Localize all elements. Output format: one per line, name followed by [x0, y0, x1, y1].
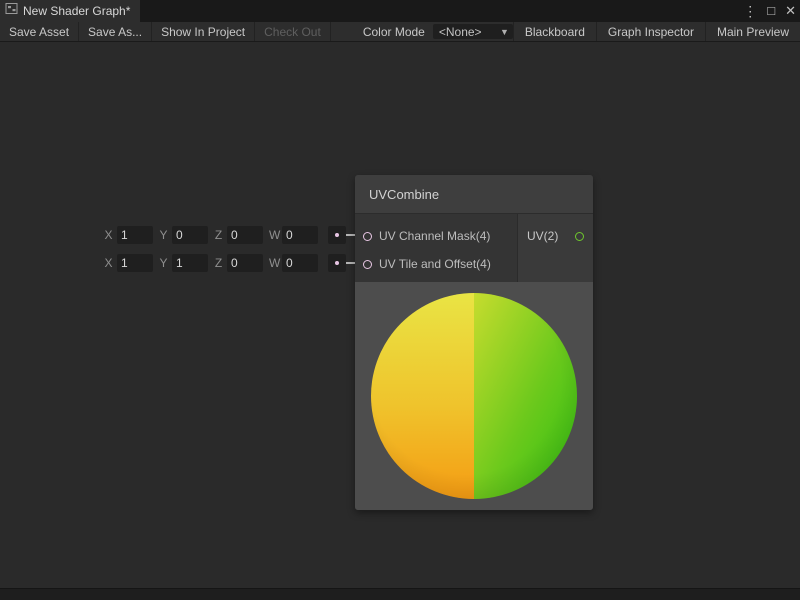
- node-inputs: UV Channel Mask(4) UV Tile and Offset(4): [355, 214, 517, 282]
- check-out-button: Check Out: [255, 22, 331, 41]
- vector-field-z[interactable]: 0: [227, 254, 263, 272]
- inline-port-connector[interactable]: [328, 226, 346, 244]
- save-asset-button[interactable]: Save Asset: [0, 22, 79, 41]
- vector-field-w[interactable]: 0: [282, 254, 318, 272]
- graph-canvas[interactable]: X 1 Y 0 Z 0 W 0 X 1 Y 1 Z 0 W 0: [0, 42, 800, 588]
- blackboard-toggle-button[interactable]: Blackboard: [513, 22, 596, 41]
- node-preview: [355, 282, 593, 510]
- output-port-row: UV(2): [518, 222, 593, 250]
- node-title: UVCombine: [355, 187, 439, 202]
- axis-label-y: Y: [159, 228, 168, 242]
- tab-bar: New Shader Graph* ⋮ □ ✕: [0, 0, 800, 22]
- color-mode-dropdown[interactable]: <None> ▼: [433, 24, 513, 39]
- preview-sphere-left-half: [371, 293, 474, 499]
- graph-inspector-toggle-button[interactable]: Graph Inspector: [596, 22, 705, 41]
- vector4-input-row: X 1 Y 1 Z 0 W 0: [104, 254, 346, 272]
- vector-field-x[interactable]: 1: [117, 254, 153, 272]
- output-port-label: UV(2): [527, 229, 558, 243]
- input-port-icon[interactable]: [363, 232, 372, 241]
- axis-label-y: Y: [159, 256, 168, 270]
- axis-label-z: Z: [214, 228, 223, 242]
- vector-field-y[interactable]: 1: [172, 254, 208, 272]
- port-dot-icon: [335, 261, 339, 265]
- port-dot-icon: [335, 233, 339, 237]
- maximize-icon[interactable]: □: [767, 0, 775, 22]
- close-icon[interactable]: ✕: [785, 0, 796, 22]
- node-uvcombine[interactable]: UVCombine UV Channel Mask(4) UV Tile and…: [355, 175, 593, 510]
- axis-label-x: X: [104, 256, 113, 270]
- color-mode-value: <None>: [439, 25, 482, 39]
- input-port-row: UV Tile and Offset(4): [355, 250, 517, 278]
- axis-label-w: W: [269, 256, 278, 270]
- window-controls: ⋮ □ ✕: [743, 0, 796, 22]
- node-outputs: UV(2): [517, 214, 593, 282]
- preview-sphere: [371, 293, 577, 499]
- show-in-project-button[interactable]: Show In Project: [152, 22, 255, 41]
- color-mode-label: Color Mode: [355, 22, 433, 41]
- node-body: UV Channel Mask(4) UV Tile and Offset(4)…: [355, 214, 593, 282]
- tab-new-shader-graph[interactable]: New Shader Graph*: [0, 0, 140, 22]
- node-header[interactable]: UVCombine: [355, 175, 593, 214]
- main-preview-toggle-button[interactable]: Main Preview: [705, 22, 800, 41]
- input-port-label: UV Channel Mask(4): [379, 229, 490, 243]
- menu-icon[interactable]: ⋮: [743, 0, 757, 22]
- bottom-scrollbar[interactable]: [0, 588, 800, 600]
- toolbar: Save Asset Save As... Show In Project Ch…: [0, 22, 800, 42]
- vector-field-y[interactable]: 0: [172, 226, 208, 244]
- vector-field-w[interactable]: 0: [282, 226, 318, 244]
- vector4-input-row: X 1 Y 0 Z 0 W 0: [104, 226, 346, 244]
- save-as-button[interactable]: Save As...: [79, 22, 152, 41]
- axis-label-w: W: [269, 228, 278, 242]
- tab-title: New Shader Graph*: [23, 4, 130, 18]
- vector-field-x[interactable]: 1: [117, 226, 153, 244]
- axis-label-z: Z: [214, 256, 223, 270]
- input-port-label: UV Tile and Offset(4): [379, 257, 491, 271]
- preview-sphere-right-half: [474, 293, 577, 499]
- output-port-icon[interactable]: [575, 232, 584, 241]
- vector-field-z[interactable]: 0: [227, 226, 263, 244]
- inline-port-connector[interactable]: [328, 254, 346, 272]
- input-port-icon[interactable]: [363, 260, 372, 269]
- axis-label-x: X: [104, 228, 113, 242]
- shader-graph-window: New Shader Graph* ⋮ □ ✕ Save Asset Save …: [0, 0, 800, 600]
- shader-graph-icon: [5, 2, 18, 20]
- input-port-row: UV Channel Mask(4): [355, 222, 517, 250]
- chevron-down-icon: ▼: [500, 27, 509, 37]
